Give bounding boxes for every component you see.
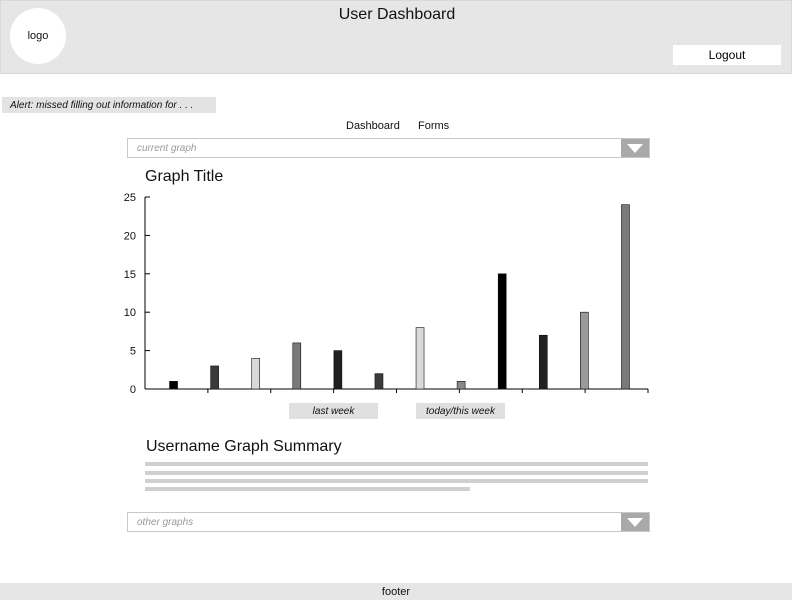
chart-bar [497, 273, 507, 390]
y-tick-label: 15 [124, 269, 136, 281]
y-tick-label: 10 [124, 307, 136, 319]
last-week-button[interactable]: last week [289, 403, 378, 419]
summary-title: Username Graph Summary [146, 438, 342, 455]
this-week-button[interactable]: today/this week [416, 403, 505, 419]
y-tick-label: 0 [130, 384, 136, 396]
chart-bar [538, 334, 548, 390]
chevron-down-icon [627, 517, 643, 527]
chart-bar [621, 204, 630, 390]
last-week-label: last week [312, 405, 355, 417]
chart-bar [415, 327, 425, 390]
chart-bar [456, 381, 466, 390]
footer-text: footer [381, 585, 411, 598]
chart-bar [580, 311, 589, 390]
chart-bar [333, 350, 343, 390]
chart-bar [210, 365, 219, 390]
summary-text-line [145, 462, 648, 466]
chart-bar [251, 357, 261, 390]
chart-bar [374, 373, 384, 390]
y-tick-label: 5 [130, 346, 136, 358]
other-graphs-select[interactable]: other graphs [127, 512, 650, 532]
summary-text-line [145, 487, 470, 491]
other-graphs-select-placeholder: other graphs [137, 516, 194, 528]
chart-bar [292, 342, 302, 390]
y-tick-label: 25 [124, 192, 136, 204]
this-week-label: today/this week [426, 405, 495, 417]
summary-text-line [145, 471, 648, 475]
other-graphs-dropdown-button[interactable] [621, 513, 649, 531]
y-tick-label: 20 [124, 230, 136, 242]
bar-chart: 0 5 10 15 20 25 [124, 192, 649, 396]
chart-bar [169, 381, 178, 390]
footer: footer [0, 583, 792, 600]
summary-text-line [145, 479, 648, 483]
